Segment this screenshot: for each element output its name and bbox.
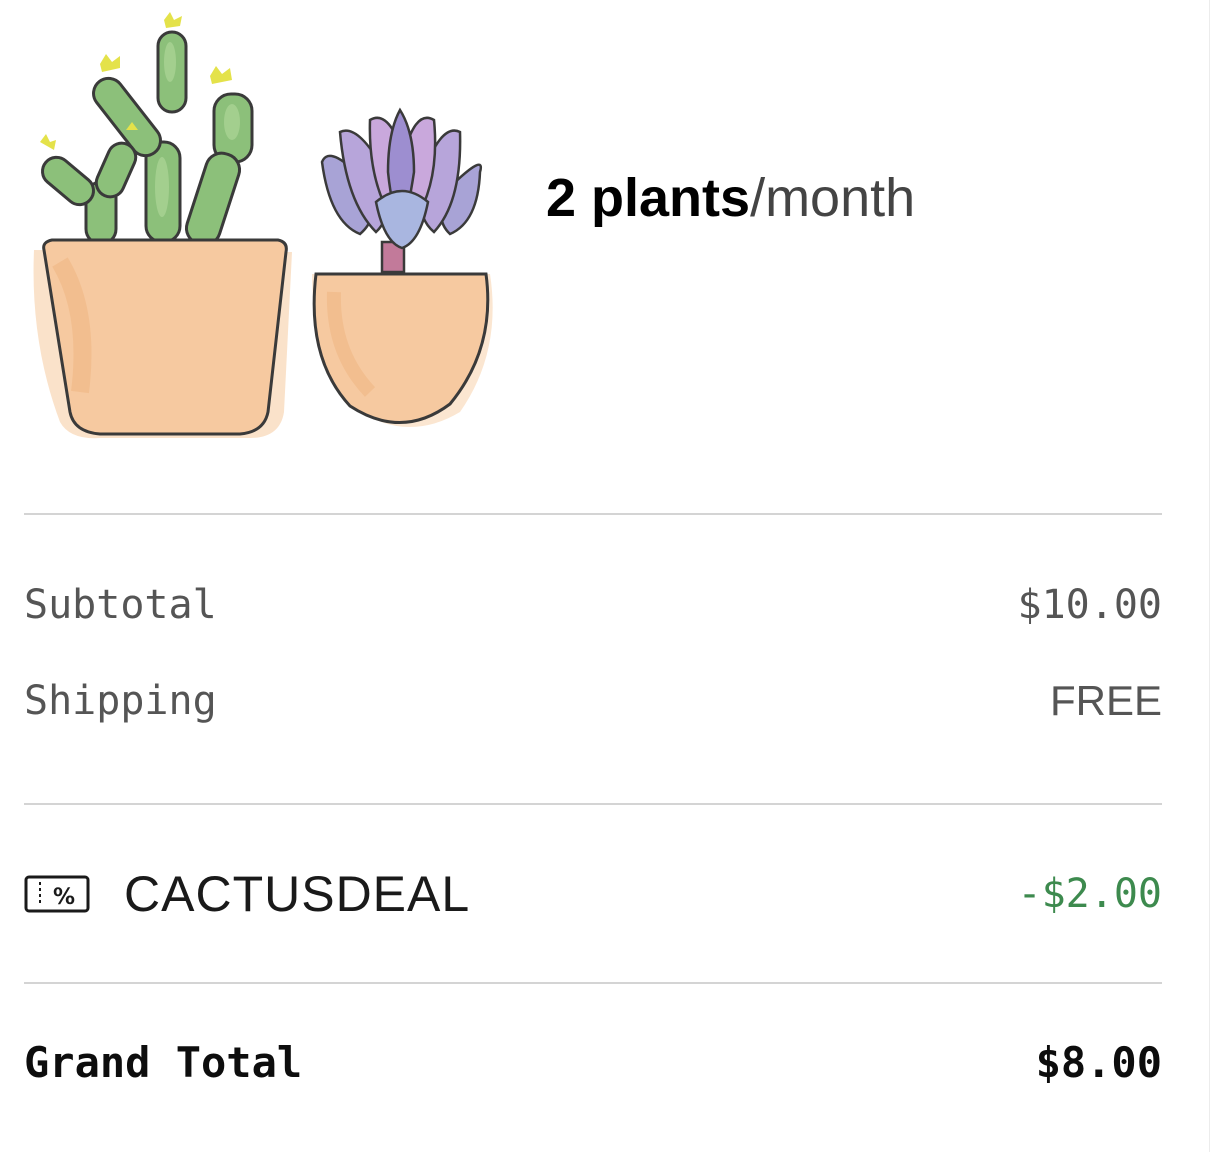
coupon-code: CACTUSDEAL [124, 866, 471, 922]
discount-row: % CACTUSDEAL -$2.00 [24, 866, 1162, 922]
subtotal-value: $10.00 [1017, 582, 1163, 628]
plan-period: /month [750, 168, 916, 228]
divider [24, 803, 1162, 805]
divider [24, 513, 1162, 515]
plan-quantity: 2 plants [546, 168, 751, 228]
grand-total-label: Grand Total [24, 1037, 303, 1087]
plan-summary: 2 plants/month [24, 0, 1162, 470]
panel-edge [1209, 0, 1210, 1152]
discount-amount: -$2.00 [1017, 871, 1163, 917]
divider [24, 982, 1162, 984]
potted-plants-icon [33, 12, 493, 439]
subtotal-row: Subtotal $10.00 [24, 577, 1162, 633]
grand-total-value: $8.00 [1035, 1037, 1162, 1087]
order-summary-panel: 2 plants/month Subtotal $10.00 Shipping … [24, 0, 1162, 1152]
svg-text:%: % [53, 885, 75, 910]
discount-code-group: % CACTUSDEAL [24, 865, 470, 923]
plan-frequency: 2 plants/month [546, 166, 915, 230]
shipping-value: FREE [1049, 677, 1162, 724]
coupon-percent-icon: % [24, 875, 90, 913]
shipping-label: Shipping [24, 678, 217, 724]
subtotal-label: Subtotal [24, 582, 217, 628]
grand-total-row: Grand Total $8.00 [24, 1034, 1162, 1090]
shipping-row: Shipping FREE [24, 673, 1162, 729]
